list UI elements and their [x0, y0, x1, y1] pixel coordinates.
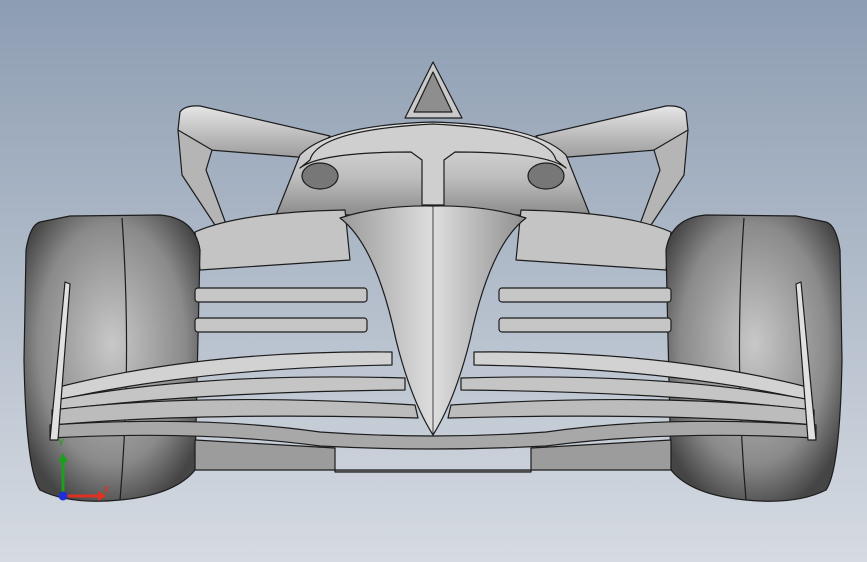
left-mirror-inlet	[301, 162, 339, 190]
right-front-tire[interactable]	[665, 214, 843, 502]
coordinate-triad-icon	[58, 453, 106, 501]
y-axis-label: Y	[58, 438, 65, 449]
y-axis-arrowhead	[58, 453, 68, 462]
right-mirror-inlet	[527, 162, 565, 190]
coordinate-triad: X Y	[40, 436, 120, 516]
car-model-scene[interactable]	[0, 0, 867, 562]
z-axis-marker	[58, 491, 68, 501]
graphics-viewport[interactable]: X Y	[0, 0, 867, 562]
x-axis-label: X	[103, 485, 110, 496]
